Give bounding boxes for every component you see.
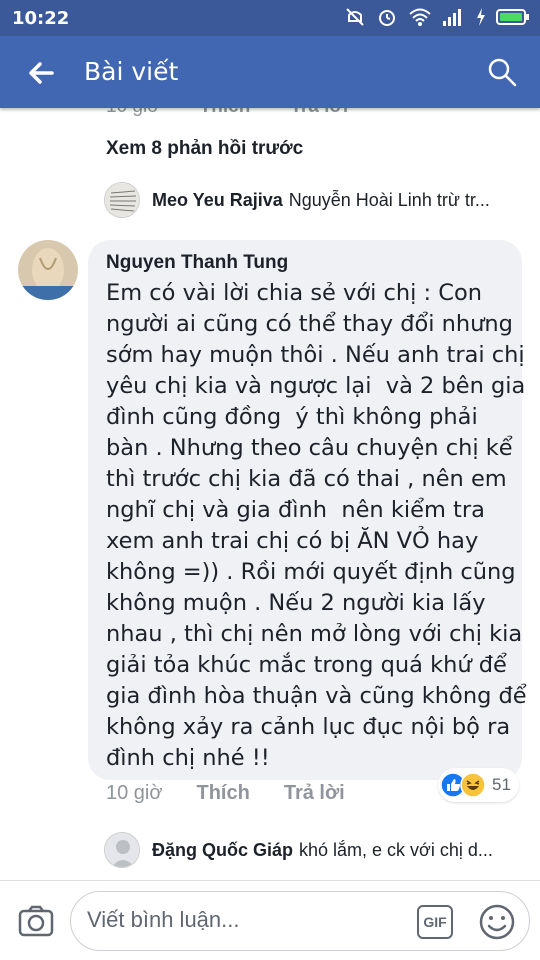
comment-time: 10 giờ	[106, 782, 163, 804]
like-button[interactable]: Thích	[196, 782, 249, 805]
avatar[interactable]	[104, 182, 140, 218]
comment-input-box: GIF	[70, 891, 530, 951]
haha-reaction-icon	[460, 772, 486, 798]
comment-actions: 10 giờ Thích Trả lời	[106, 782, 345, 805]
comment-line: người ai cũng có thể thay đổi nhưng	[106, 311, 513, 337]
reply-author[interactable]: Đặng Quốc Giáp	[152, 840, 293, 860]
view-previous-replies-link[interactable]: Xem 8 phản hồi trước	[106, 138, 303, 160]
comment-line: đình cũng đồng ý thì không phải	[106, 404, 478, 430]
comment-input[interactable]	[87, 907, 387, 933]
previous-like-button[interactable]: Thích	[200, 108, 251, 118]
comment-line: đình chị nhé !!	[106, 745, 270, 771]
comment-line: không =)) . Rồi mới quyết định cũng	[106, 559, 516, 585]
charging-icon	[477, 8, 485, 26]
reply-button[interactable]: Trả lời	[284, 782, 345, 805]
reactions-summary[interactable]: 51	[438, 768, 519, 802]
mute-icon	[346, 8, 364, 26]
comment-author[interactable]: Nguyen Thanh Tung	[106, 252, 504, 274]
reply-snippet: khó lắm, e ck với chị d...	[299, 839, 493, 860]
comment-line: xem anh trai chị có bị ĂN VỎ hay	[106, 528, 479, 554]
signal-icon	[443, 9, 461, 26]
avatar[interactable]	[104, 832, 140, 868]
emoji-icon[interactable]	[477, 902, 517, 942]
gif-button[interactable]: GIF	[417, 905, 453, 939]
page-title: Bài viết	[84, 57, 179, 86]
status-bar: 10:22	[0, 0, 540, 36]
wifi-icon	[409, 8, 431, 26]
search-icon[interactable]	[486, 56, 518, 88]
avatar[interactable]	[18, 240, 78, 300]
back-arrow-icon[interactable]	[26, 58, 56, 88]
comment-line: thì trước chị kia đã có thai , nên em	[106, 466, 507, 492]
status-icons	[344, 6, 530, 28]
previous-reply-button[interactable]: Trả lời	[290, 108, 348, 118]
comment-body: Em có vài lời chia sẻ với chị : Con người…	[106, 278, 527, 774]
comment-line: sớm hay muộn thôi . Nếu anh trai chị	[106, 342, 525, 368]
comment-line: nhau , thì chị nên mở lòng với chị kia	[106, 621, 523, 647]
reaction-count: 51	[492, 775, 511, 794]
comment-line: giải tỏa khúc mắc trong quá khứ để	[106, 652, 507, 678]
app-bar: Bài viết	[0, 36, 540, 108]
alarm-icon	[379, 10, 395, 26]
previous-comment-time: 10 giờ	[106, 108, 160, 118]
reply-snippet: Nguyễn Hoài Linh trừ tr...	[288, 189, 490, 210]
comment-bubble: Nguyen Thanh Tung Em có vài lời chia sẻ …	[88, 240, 527, 780]
reply-preview[interactable]: Meo Yeu Rajiva Nguyễn Hoài Linh trừ tr...	[104, 180, 524, 220]
previous-comment-actions: 10 giờ Thích Trả lời	[106, 108, 348, 118]
reply-preview-text: Đặng Quốc Giáp khó lắm, e ck với chị d...	[152, 840, 493, 861]
reply-author[interactable]: Meo Yeu Rajiva	[152, 190, 283, 210]
comments-area: 10 giờ Thích Trả lời Xem 8 phản hồi trướ…	[0, 108, 540, 880]
battery-icon	[496, 9, 529, 25]
comment-line: yêu chị kia và ngược lại và 2 bên gia	[106, 373, 526, 399]
comment-line: gia đình hòa thuận và cũng không để	[106, 683, 527, 709]
comment-line: Em có vài lời chia sẻ với chị : Con	[106, 280, 483, 306]
reply-preview-text: Meo Yeu Rajiva Nguyễn Hoài Linh trừ tr...	[152, 190, 490, 211]
status-time: 10:22	[12, 8, 70, 29]
comment-line: nghĩ chị và gia đình nên kiểm tra	[106, 497, 485, 523]
reply-preview[interactable]: Đặng Quốc Giáp khó lắm, e ck với chị d...	[104, 830, 524, 870]
comment-line: bàn . Nhưng theo câu chuyện chị kể	[106, 435, 513, 461]
comment-line: không muộn . Nếu 2 người kia lấy	[106, 590, 486, 616]
comment-composer: GIF	[0, 880, 540, 960]
camera-icon[interactable]	[18, 903, 54, 939]
comment-line: không xảy ra cảnh lục đục nội bộ ra	[106, 714, 511, 740]
